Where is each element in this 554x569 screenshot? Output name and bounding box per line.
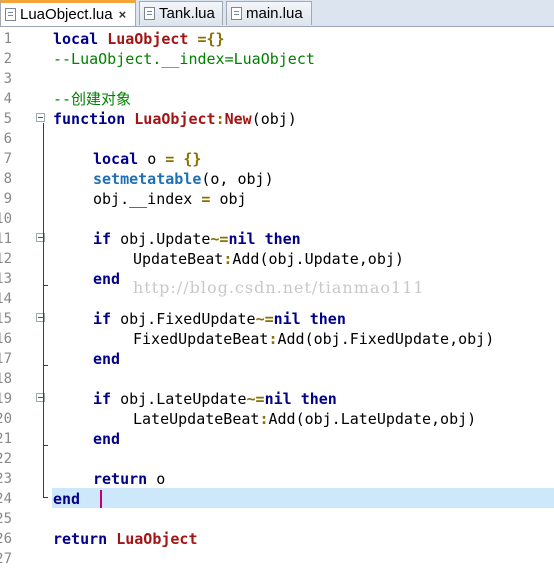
fold-range-line [43, 123, 44, 498]
line-number: 3 [3, 71, 12, 87]
line-number: 9 [3, 191, 12, 207]
tab-tank[interactable]: Tank.lua [139, 1, 223, 25]
line-number: 19 [0, 391, 12, 407]
line-number: 17 [0, 351, 12, 367]
code-line-2: --LuaObject.__index=LuaObject [53, 50, 315, 68]
line-number: 12 [0, 251, 12, 267]
line-number: 23 [0, 471, 12, 487]
code-line-26: return LuaObject [53, 530, 198, 548]
fold-toggle-icon[interactable] [36, 113, 45, 122]
code-line-9: obj.__index = obj [93, 190, 247, 208]
code-line-8: setmetatable(o, obj) [93, 170, 274, 188]
file-icon [144, 7, 155, 20]
line-number: 26 [0, 531, 12, 547]
file-icon [5, 8, 16, 21]
line-number: 2 [3, 51, 12, 67]
code-line-24: end [53, 490, 81, 508]
code-line-13: end [93, 270, 121, 288]
line-number: 11 [0, 231, 12, 247]
tab-label: LuaObject.lua [20, 6, 113, 23]
line-number: 5 [3, 111, 12, 127]
line-number: 16 [0, 331, 12, 347]
line-number: 22 [0, 451, 12, 467]
line-number: 7 [3, 151, 12, 167]
watermark: http://blog.csdn.net/tianmao111 [133, 278, 425, 297]
line-number: 13 [0, 271, 12, 287]
code-line-12: UpdateBeat:Add(obj.Update,obj) [133, 250, 404, 268]
code-line-16: FixedUpdateBeat:Add(obj.FixedUpdate,obj) [133, 330, 495, 348]
line-number: 15 [0, 311, 12, 327]
code-line-15: if obj.FixedUpdate~=nil then [93, 310, 346, 328]
close-icon[interactable]: × [119, 7, 127, 22]
code-line-4: --创建对象 [53, 90, 132, 108]
code-line-5: function LuaObject:New(obj) [53, 110, 297, 128]
line-number: 14 [0, 291, 12, 307]
line-number: 4 [3, 91, 12, 107]
code-line-20: LateUpdateBeat:Add(obj.LateUpdate,obj) [133, 410, 477, 428]
fold-range-end [43, 497, 48, 498]
line-number: 24 [0, 491, 12, 507]
code-line-7: local o = {} [93, 150, 202, 168]
tab-label: Tank.lua [159, 5, 215, 22]
fold-range-end [43, 365, 48, 366]
code-line-21: end [93, 430, 121, 448]
tab-label: main.lua [246, 5, 303, 22]
tab-bar: LuaObject.lua × Tank.lua main.lua [0, 0, 554, 27]
line-number: 10 [0, 211, 12, 227]
fold-range-end [43, 445, 48, 446]
line-number: 18 [0, 371, 12, 387]
file-icon [231, 7, 242, 20]
tab-main[interactable]: main.lua [226, 1, 312, 25]
line-number: 6 [3, 131, 12, 147]
code-line-17: end [93, 350, 121, 368]
line-number: 8 [3, 171, 12, 187]
line-number: 21 [0, 431, 12, 447]
fold-range-end [43, 285, 48, 286]
code-line-1: local LuaObject ={} [53, 30, 225, 48]
line-number: 1 [3, 31, 12, 47]
code-line-23: return o [93, 470, 166, 488]
code-line-11: if obj.Update~=nil then [93, 230, 301, 248]
line-number: 20 [0, 411, 12, 427]
tab-luaobject[interactable]: LuaObject.lua × [0, 0, 136, 26]
text-caret [100, 490, 102, 508]
code-line-19: if obj.LateUpdate~=nil then [93, 390, 337, 408]
line-number: 27 [0, 551, 12, 567]
current-line-highlight [52, 488, 554, 508]
line-number: 25 [0, 511, 12, 527]
